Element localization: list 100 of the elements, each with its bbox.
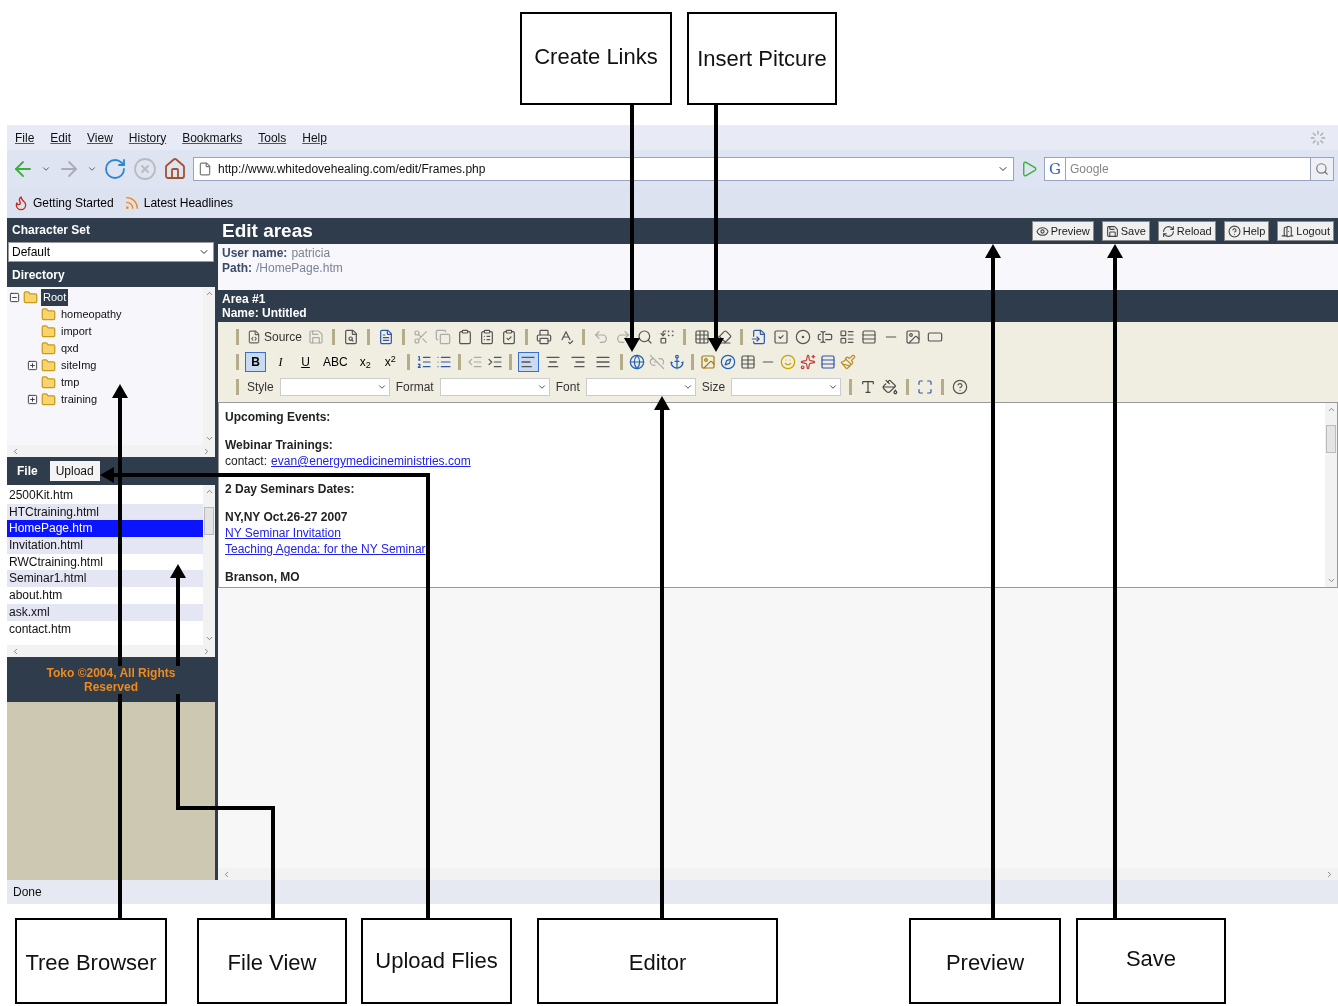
scroll-right-icon[interactable] — [202, 646, 211, 656]
scroll-right-icon[interactable] — [1325, 869, 1334, 879]
search-button[interactable] — [1310, 157, 1334, 181]
search-field[interactable]: Google — [1066, 157, 1310, 181]
toolbar-button[interactable]: Preview — [1031, 221, 1094, 241]
format-button[interactable]: x$_{2}$ — [354, 352, 376, 372]
grid-icon[interactable] — [694, 329, 711, 345]
align-left-button[interactable] — [517, 352, 539, 372]
menu-item[interactable]: Tools — [258, 128, 287, 147]
paste-text-icon[interactable] — [479, 329, 496, 345]
home-icon[interactable] — [163, 157, 187, 181]
replace-icon[interactable] — [659, 329, 676, 345]
template-icon[interactable] — [378, 329, 395, 345]
file-item[interactable]: Seminar1.html — [7, 570, 203, 588]
dropdown-field[interactable] — [279, 378, 390, 396]
tree-item[interactable]: tmp — [59, 374, 82, 391]
editor-area[interactable]: Upcoming Events: Webinar Trainings: contact: evan@energymedicineministries.com 2 Day Seminars Dates: NY,NY Oct.26-27 2007 NY Seminar Invitation Teaching Agenda: for the NY Seminar Branson, MO — [218, 402, 1338, 588]
flash-icon[interactable] — [719, 354, 736, 370]
numbered-list-icon[interactable] — [415, 354, 432, 370]
spellcheck-icon[interactable] — [558, 329, 575, 345]
search-engine-logo[interactable]: G — [1044, 157, 1066, 181]
dropdown-icon[interactable] — [376, 382, 387, 392]
print-icon[interactable] — [536, 329, 553, 345]
bookmark[interactable]: Latest Headlines — [143, 194, 234, 212]
bookmark[interactable]: Getting Started — [33, 194, 114, 212]
toolbar-button[interactable]: Reload — [1157, 221, 1216, 241]
format-button[interactable]: U — [295, 352, 316, 372]
scrollbar[interactable] — [203, 485, 215, 645]
flame-icon[interactable] — [13, 195, 29, 211]
format-button[interactable]: x$^{2}$ — [379, 352, 401, 372]
go-icon[interactable] — [1020, 160, 1038, 178]
table-icon[interactable] — [739, 354, 756, 370]
scroll-left-icon[interactable] — [11, 646, 20, 656]
image-button-icon[interactable] — [905, 329, 922, 345]
reload-icon[interactable] — [103, 157, 127, 181]
scroll-up-icon[interactable] — [1326, 405, 1336, 414]
horizontal-scrollbar[interactable] — [7, 445, 215, 457]
scroll-up-icon[interactable] — [204, 289, 214, 298]
dropdown-icon[interactable] — [682, 382, 693, 392]
dropdown-field[interactable] — [731, 378, 842, 396]
checkbox-icon[interactable] — [773, 329, 790, 345]
horizontal-scrollbar[interactable] — [218, 868, 1338, 880]
anchor-icon[interactable] — [668, 354, 685, 370]
globe-icon[interactable] — [628, 354, 645, 370]
image-icon[interactable] — [699, 354, 716, 370]
bulleted-list-icon[interactable] — [435, 354, 452, 370]
horizontal-scrollbar[interactable] — [7, 645, 215, 657]
tree-item[interactable]: import — [59, 323, 94, 340]
file-tab[interactable]: File — [11, 461, 44, 481]
expand-icon[interactable] — [27, 394, 38, 405]
menu-item[interactable]: Help — [302, 128, 327, 147]
textarea-icon[interactable] — [839, 329, 856, 345]
tree-item[interactable]: qxd — [59, 340, 81, 357]
source-button[interactable]: Source — [247, 328, 303, 346]
scrollbar[interactable] — [1325, 403, 1337, 587]
scroll-down-icon[interactable] — [204, 634, 214, 643]
radio-icon[interactable] — [795, 329, 812, 345]
email-link[interactable]: evan@energymedicineministries.com — [271, 453, 471, 469]
toolbar-button[interactable]: Logout — [1277, 221, 1334, 241]
smiley-icon[interactable] — [779, 354, 796, 370]
expand-icon[interactable] — [27, 360, 38, 371]
menu-item[interactable]: Edit — [50, 128, 72, 147]
redo-icon[interactable] — [615, 329, 632, 345]
paste-icon[interactable] — [457, 329, 474, 345]
dropdown-field[interactable] — [585, 378, 696, 396]
indent-icon[interactable] — [486, 354, 503, 370]
background-color-icon[interactable] — [882, 379, 899, 395]
menu-item[interactable]: File — [15, 128, 35, 147]
scroll-left-icon[interactable] — [222, 869, 231, 879]
menu-item[interactable]: History — [128, 128, 167, 147]
scroll-up-icon[interactable] — [204, 487, 214, 496]
dropdown-icon[interactable] — [41, 164, 51, 174]
menu-item[interactable]: Bookmarks — [182, 128, 243, 147]
text-field-icon[interactable] — [817, 329, 834, 345]
text-color-icon[interactable] — [860, 379, 877, 395]
dropdown-field[interactable] — [439, 378, 550, 396]
charset-select[interactable]: Default — [8, 242, 214, 262]
format-button[interactable]: B — [245, 352, 266, 372]
tree-item[interactable]: siteImg — [59, 357, 99, 374]
collapse-icon[interactable] — [9, 292, 20, 303]
file-item[interactable]: HomePage.htm — [7, 520, 203, 538]
toolbar-button[interactable]: Save — [1101, 221, 1150, 241]
format-button[interactable]: ABC — [320, 352, 351, 372]
file-tab[interactable]: Upload — [49, 461, 100, 481]
tree-item[interactable]: Root — [41, 289, 69, 306]
find-icon[interactable] — [637, 329, 654, 345]
url-field[interactable]: http://www.whitedovehealing.com/edit/Frames.php — [193, 157, 1014, 181]
dropdown-icon[interactable] — [536, 382, 547, 392]
toolbar-button[interactable]: Help — [1223, 221, 1270, 241]
scrollbar[interactable] — [203, 287, 215, 445]
editor-link[interactable]: NY Seminar Invitation — [225, 526, 341, 540]
eraser-icon[interactable] — [716, 329, 733, 345]
dropdown-icon[interactable] — [828, 382, 839, 392]
dropdown-icon[interactable] — [87, 164, 97, 174]
format-button[interactable]: I — [270, 352, 291, 372]
scroll-down-icon[interactable] — [1326, 576, 1336, 585]
form-icon[interactable] — [751, 329, 768, 345]
help-icon[interactable] — [952, 379, 969, 395]
brush-icon[interactable] — [839, 354, 856, 370]
preview-icon[interactable] — [343, 329, 360, 345]
